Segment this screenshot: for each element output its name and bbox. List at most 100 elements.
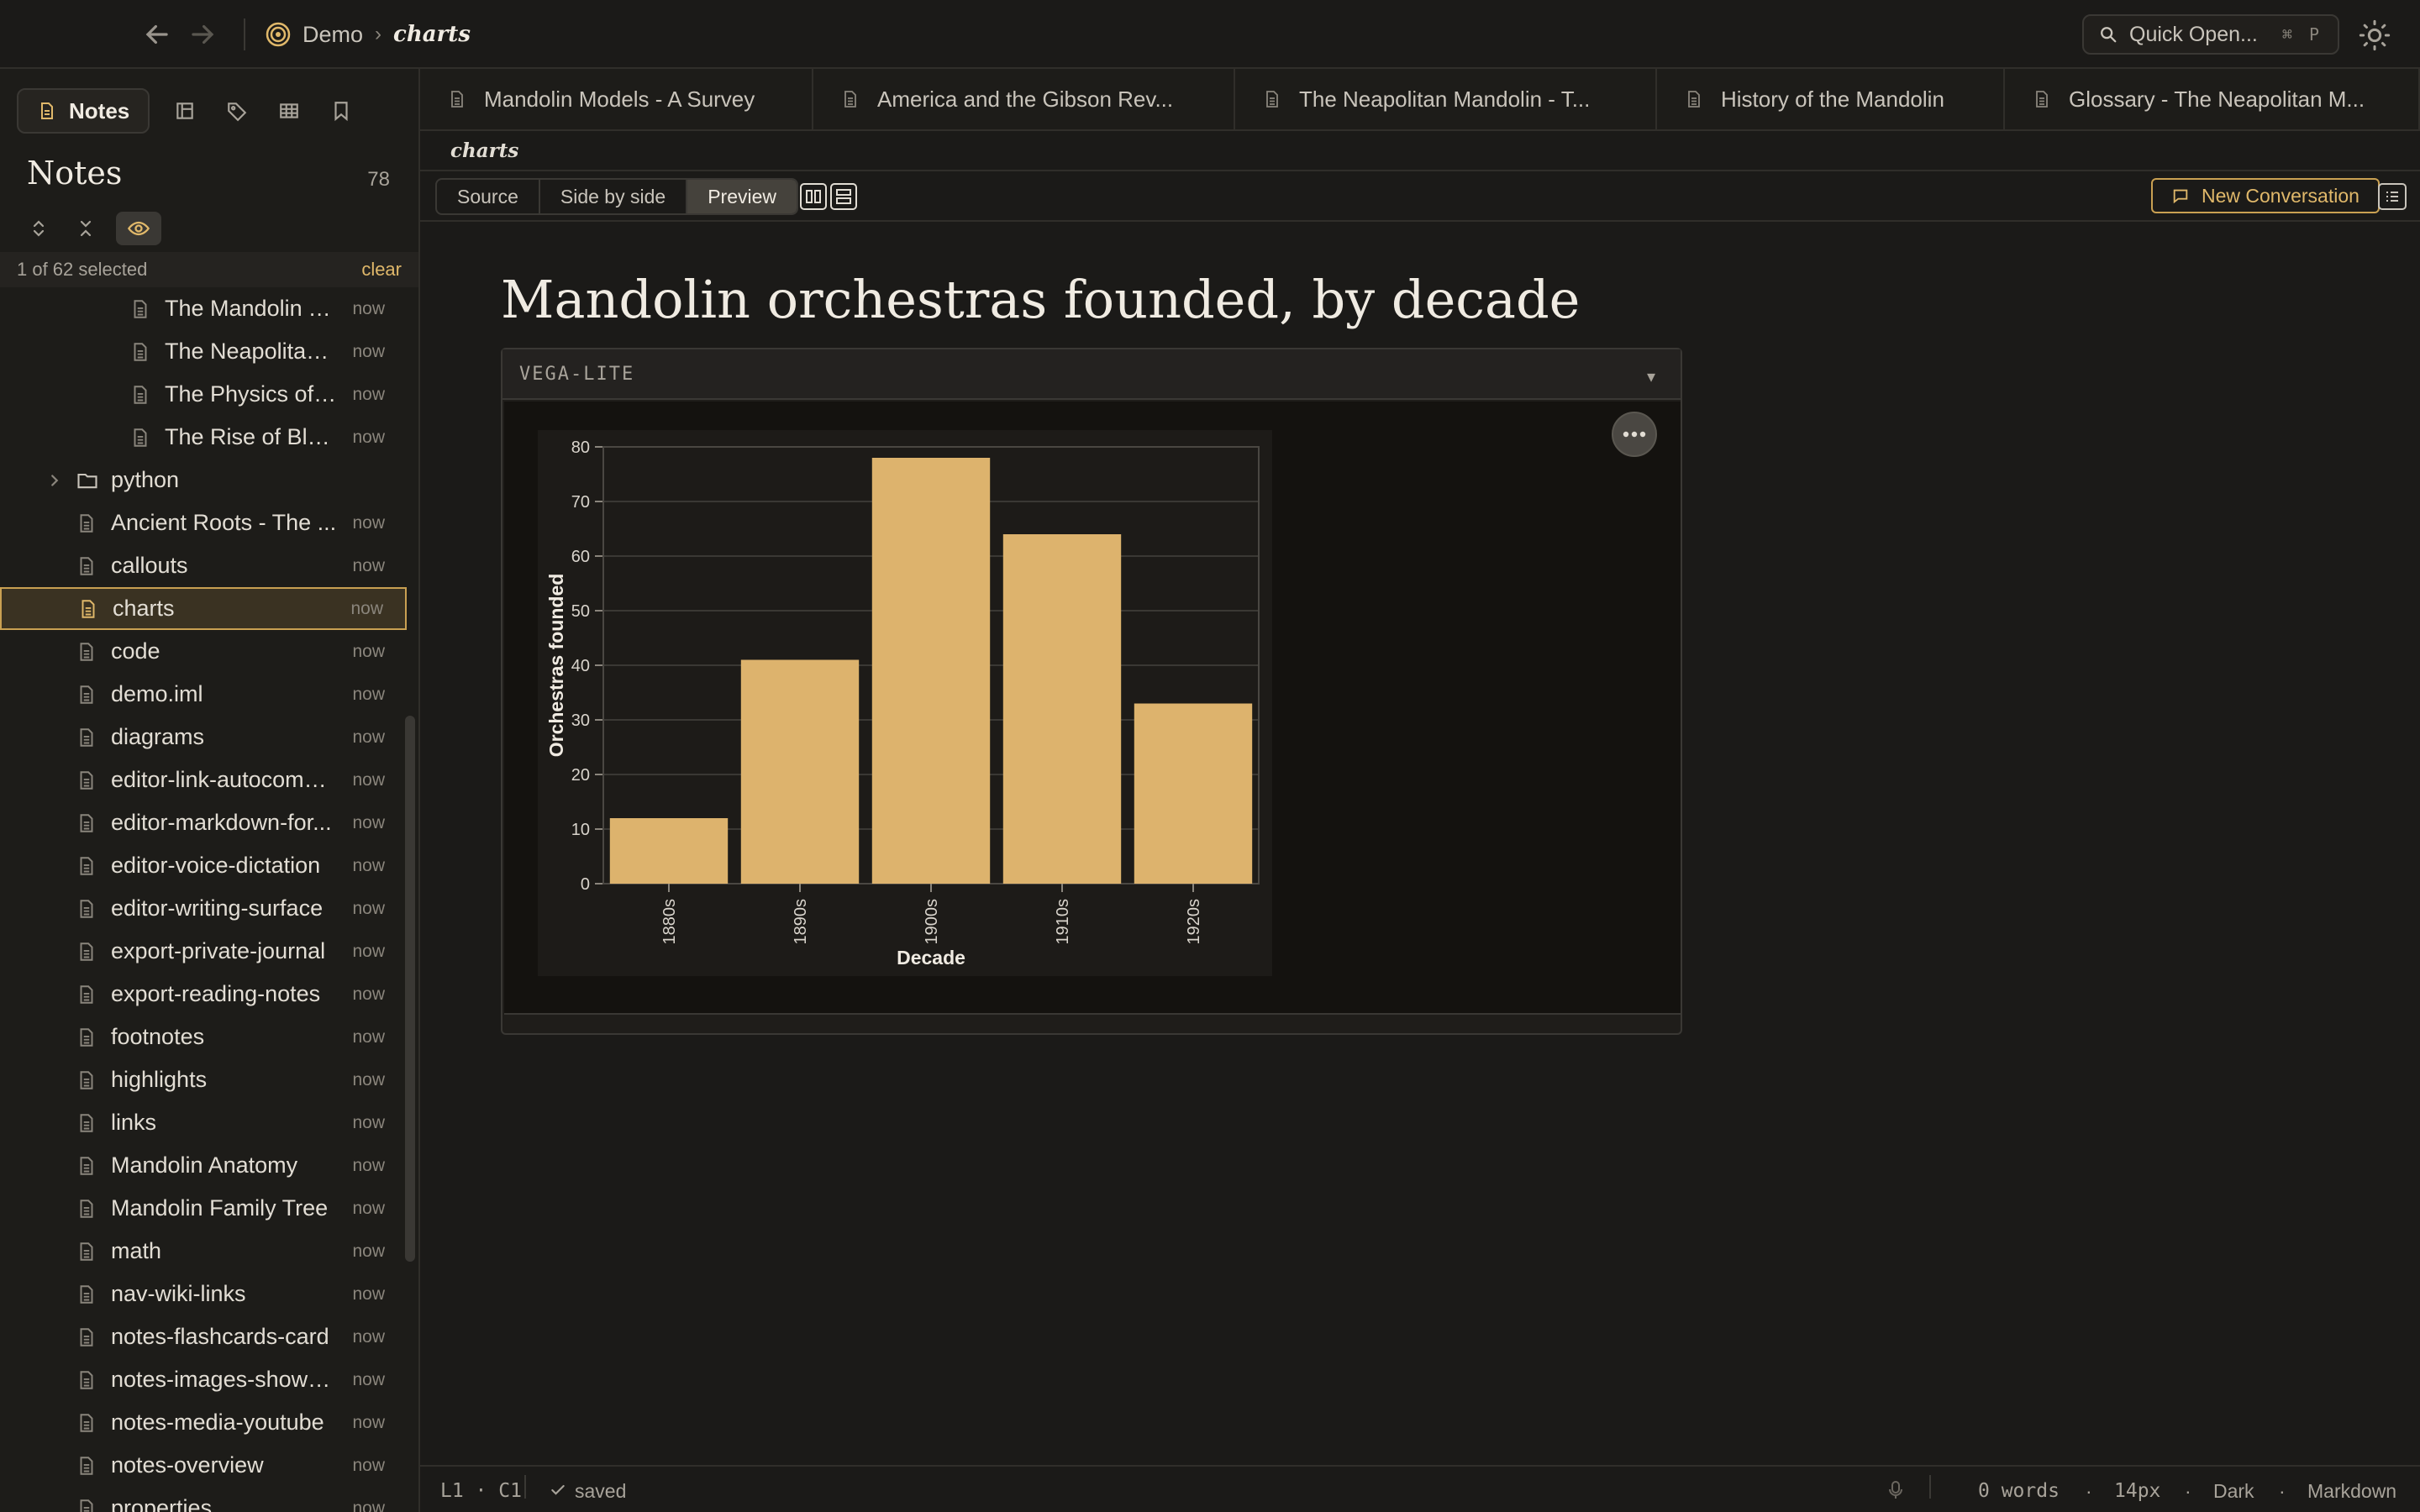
- collapse-all-icon[interactable]: [69, 212, 103, 245]
- sidebar-tab-notes[interactable]: Notes: [17, 88, 150, 134]
- table-icon[interactable]: [272, 94, 306, 128]
- layout-panel-icon[interactable]: [168, 94, 202, 128]
- document-icon: [77, 598, 99, 620]
- layout-toggles: [800, 183, 857, 210]
- doc-name[interactable]: charts: [450, 139, 518, 162]
- tree-note-item[interactable]: export-reading-notes now: [0, 973, 407, 1016]
- tree-item-time: now: [350, 598, 383, 618]
- tree-note-item[interactable]: diagrams now: [0, 716, 407, 759]
- tree-note-item[interactable]: The Physics of ... now: [0, 373, 407, 416]
- x-axis-title: Decade: [897, 947, 965, 969]
- tree-item-label: editor-writing-surface: [111, 895, 324, 921]
- language-status[interactable]: Markdown: [2307, 1480, 2396, 1503]
- x-tick-label: 1920s: [1185, 899, 1203, 945]
- editor-tab[interactable]: Mandolin Models - A Survey: [420, 69, 813, 129]
- font-size-status[interactable]: 14px: [2114, 1480, 2160, 1502]
- tree-note-item[interactable]: notes-images-showc... now: [0, 1358, 407, 1401]
- tree-item-label: notes-media-youtube: [111, 1410, 324, 1435]
- chevron-right-icon[interactable]: [45, 471, 64, 490]
- outline-list-icon[interactable]: [2378, 183, 2407, 210]
- tree-note-item[interactable]: editor-voice-dictation now: [0, 844, 407, 887]
- split-vertical-icon[interactable]: [800, 183, 827, 210]
- sidebar-scrollbar[interactable]: [405, 716, 415, 1262]
- tree-note-item[interactable]: Ancient Roots - The ... now: [0, 501, 407, 544]
- tree-note-item[interactable]: links now: [0, 1101, 407, 1144]
- tree-folder[interactable]: python: [0, 459, 407, 501]
- tree-note-item[interactable]: The Rise of Blu... now: [0, 416, 407, 459]
- tree-item-label: nav-wiki-links: [111, 1281, 246, 1306]
- status-dot: ·: [2279, 1480, 2286, 1502]
- editor-tab[interactable]: Glossary - The Neapolitan M...: [2005, 69, 2420, 129]
- tree-note-item[interactable]: The Mandolin T... now: [0, 287, 407, 330]
- tree-item-time: now: [352, 1155, 385, 1175]
- mode-source-button[interactable]: Source: [437, 180, 540, 213]
- mode-preview-button[interactable]: Preview: [687, 180, 797, 213]
- tree-note-item[interactable]: notes-flashcards-card now: [0, 1315, 407, 1358]
- tree-note-item[interactable]: properties now: [0, 1487, 407, 1512]
- tree-item-label: math: [111, 1238, 162, 1263]
- tree-note-item[interactable]: math now: [0, 1230, 407, 1273]
- workspace-logo-icon[interactable]: [266, 22, 291, 47]
- microphone-icon[interactable]: [1887, 1480, 1904, 1500]
- tree-note-item[interactable]: notes-overview now: [0, 1444, 407, 1487]
- tree-note-item[interactable]: demo.iml now: [0, 673, 407, 716]
- tree-item-time: now: [352, 1026, 385, 1047]
- document-icon: [76, 1026, 97, 1048]
- tree-item-label: footnotes: [111, 1024, 205, 1049]
- quick-open-shortcut: ⌘ P: [2281, 24, 2323, 45]
- tree-note-item[interactable]: editor-writing-surface now: [0, 887, 407, 930]
- theme-status[interactable]: Dark: [2213, 1480, 2254, 1503]
- forward-arrow-icon[interactable]: [187, 18, 218, 50]
- y-tick-label: 10: [571, 821, 590, 839]
- editor-tab[interactable]: History of the Mandolin: [1657, 69, 2005, 129]
- tag-icon[interactable]: [220, 94, 254, 128]
- doc-name-bar: charts: [420, 131, 2420, 171]
- tree-note-item[interactable]: charts now: [0, 587, 407, 630]
- tree-item-time: now: [352, 1069, 385, 1089]
- expand-all-icon[interactable]: [22, 212, 55, 245]
- quick-open-button[interactable]: Quick Open... ⌘ P: [2082, 14, 2339, 55]
- tree-note-item[interactable]: footnotes now: [0, 1016, 407, 1058]
- x-tick-label: 1880s: [660, 899, 679, 945]
- bookmark-icon[interactable]: [324, 94, 358, 128]
- editor-tab[interactable]: The Neapolitan Mandolin - T...: [1235, 69, 1657, 129]
- status-divider: [1929, 1475, 1931, 1499]
- y-tick-label: 80: [571, 438, 590, 457]
- tree-item-time: now: [352, 341, 385, 361]
- split-horizontal-icon[interactable]: [830, 183, 857, 210]
- code-block-header[interactable]: VEGA-LITE: [502, 349, 1681, 400]
- tree-note-item[interactable]: The Neapolitan... now: [0, 330, 407, 373]
- tree-item-label: notes-images-showc...: [111, 1367, 338, 1392]
- document-icon: [129, 298, 151, 320]
- tree-note-item[interactable]: editor-link-autocompl... now: [0, 759, 407, 801]
- mode-side-by-side-button[interactable]: Side by side: [540, 180, 688, 213]
- tree-note-item[interactable]: notes-media-youtube now: [0, 1401, 407, 1444]
- tree-item-time: now: [352, 727, 385, 747]
- document-icon: [76, 898, 97, 920]
- sun-icon[interactable]: [2358, 18, 2391, 52]
- breadcrumb-workspace[interactable]: Demo: [302, 22, 363, 48]
- tree-note-item[interactable]: editor-markdown-for... now: [0, 801, 407, 844]
- more-options-icon[interactable]: [1612, 412, 1657, 457]
- tree-note-item[interactable]: highlights now: [0, 1058, 407, 1101]
- editor-tab[interactable]: America and the Gibson Rev...: [813, 69, 1235, 129]
- notes-count: 78: [367, 168, 390, 191]
- tree-item-time: now: [352, 1241, 385, 1261]
- status-dot: ·: [2185, 1480, 2191, 1502]
- tree-note-item[interactable]: Mandolin Family Tree now: [0, 1187, 407, 1230]
- sidebar: Notes Notes 78 1 of 62 selected clear Th…: [0, 69, 420, 1512]
- tree-note-item[interactable]: code now: [0, 630, 407, 673]
- new-conversation-button[interactable]: New Conversation: [2151, 178, 2380, 213]
- editor-tab-label: Glossary - The Neapolitan M...: [2069, 86, 2365, 112]
- clear-selection-link[interactable]: clear: [361, 259, 402, 281]
- tree-note-item[interactable]: nav-wiki-links now: [0, 1273, 407, 1315]
- tree-note-item[interactable]: export-private-journal now: [0, 930, 407, 973]
- tree-note-item[interactable]: callouts now: [0, 544, 407, 587]
- document-icon: [129, 341, 151, 363]
- document-icon: [76, 769, 97, 791]
- eye-icon[interactable]: [116, 212, 161, 245]
- back-arrow-icon[interactable]: [141, 18, 173, 50]
- chevron-down-icon[interactable]: ▾: [1647, 366, 1655, 387]
- tree-item-label: notes-flashcards-card: [111, 1324, 329, 1349]
- tree-note-item[interactable]: Mandolin Anatomy now: [0, 1144, 407, 1187]
